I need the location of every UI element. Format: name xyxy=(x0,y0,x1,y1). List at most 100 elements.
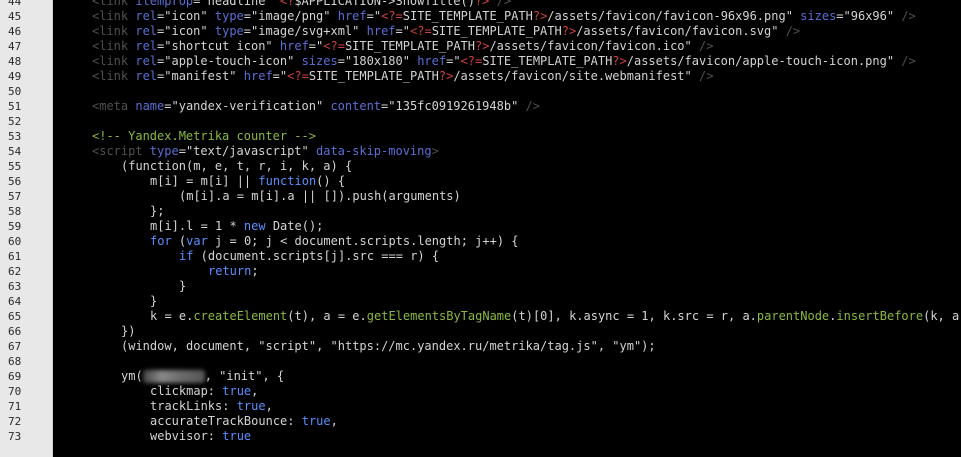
code-token-plain: (k, a) xyxy=(923,309,961,323)
code-text: trackLinks: true, xyxy=(150,399,273,414)
code-token-value: "96x96" xyxy=(843,9,895,23)
code-token-plain: m[i].l = 1 * xyxy=(150,219,244,233)
code-text: for (var j = 0; j < document.scripts.len… xyxy=(150,234,519,249)
code-text: <link rel="icon" type="image/svg+xml" hr… xyxy=(92,24,800,39)
code-token-tag: <link xyxy=(92,39,136,53)
code-token-keyword: true xyxy=(236,399,266,413)
code-line[interactable]: 72 accurateTrackBounce: true, xyxy=(0,414,961,429)
code-line[interactable]: 59 m[i].l = 1 * new Date(); xyxy=(0,219,961,234)
code-line[interactable]: 66}) xyxy=(0,324,961,339)
code-token-plain: (t), a = e. xyxy=(287,309,367,323)
code-token-plain: ( xyxy=(171,234,187,248)
code-token-value: "135fc0919261948b" xyxy=(388,99,519,113)
code-line[interactable]: 68 xyxy=(0,354,961,369)
code-text: }; xyxy=(150,204,164,219)
code-token-value: "180x180" xyxy=(344,54,410,68)
code-token-plain: } xyxy=(150,294,158,308)
code-line[interactable]: 51 <meta name="yandex-verification" conte… xyxy=(0,99,961,114)
code-line[interactable]: 57 (m[i].a = m[i].a || []).push(arguments… xyxy=(0,189,961,204)
code-line[interactable]: 52 xyxy=(0,114,961,129)
line-number-text: 51 xyxy=(8,100,22,113)
code-editor[interactable]: 44 <link itemprop="headline" <?$APPLICATI… xyxy=(0,0,961,457)
code-line[interactable]: 49 <link rel="manifest" href="<?=SITE_TEM… xyxy=(0,69,961,84)
line-number-text: 72 xyxy=(8,415,22,428)
code-token-php: ?> xyxy=(475,39,490,53)
code-line[interactable]: 63} xyxy=(0,279,961,294)
code-line[interactable]: 54 <script type="text/javascript" data-sk… xyxy=(0,144,961,159)
code-text: <link rel="icon" type="image/png" href="… xyxy=(92,9,916,24)
code-line[interactable]: 60 for (var j = 0; j < document.scripts.l… xyxy=(0,234,961,249)
code-token-attr: type xyxy=(214,9,244,23)
code-token-attr: name xyxy=(135,99,165,113)
code-token-plain: (t)[0], k.async = 1, k.src = r, a. xyxy=(511,309,757,323)
code-token-attr: rel xyxy=(135,39,158,53)
line-number-text: 57 xyxy=(8,190,22,203)
code-token-tag: /> xyxy=(518,99,540,113)
code-token-tag: > xyxy=(431,144,439,158)
code-token-attr: rel xyxy=(135,54,158,68)
code-line[interactable]: 58}; xyxy=(0,204,961,219)
code-token-plain: ; xyxy=(251,264,259,278)
code-token-plain: j = 0; j < document.scripts.length; j++)… xyxy=(207,234,519,248)
code-token-plain: ym( xyxy=(121,369,143,383)
code-line[interactable]: 70 clickmap: true, xyxy=(0,384,961,399)
code-token-tag: <link xyxy=(92,24,136,38)
code-token-tag: <meta xyxy=(92,99,136,113)
code-line[interactable]: 61 if (document.scripts[j].src === r) { xyxy=(0,249,961,264)
code-lines: 44 <link itemprop="headline" <?$APPLICATI… xyxy=(0,0,961,444)
code-token-plain: , "init", { xyxy=(204,369,285,383)
code-text: webvisor: true xyxy=(150,429,251,444)
code-token-plain: accurateTrackBounce: xyxy=(150,414,302,428)
code-token-php: <?= xyxy=(381,9,403,23)
line-number-text: 50 xyxy=(8,85,22,98)
code-token-method: parentNode xyxy=(756,309,830,323)
code-token-attr: href xyxy=(417,54,447,68)
line-number-text: 61 xyxy=(8,250,22,263)
code-line[interactable]: 55 (function(m, e, t, r, i, k, a) { xyxy=(0,159,961,174)
code-line[interactable]: 71 trackLinks: true, xyxy=(0,399,961,414)
line-number-text: 65 xyxy=(8,310,22,323)
code-line[interactable]: 65 k = e.createElement(t), a = e.getEleme… xyxy=(0,309,961,324)
line-number-text: 60 xyxy=(8,235,22,248)
code-line[interactable]: 56 m[i] = m[i] || function() { xyxy=(0,174,961,189)
code-line[interactable]: 45 <link rel="icon" type="image/png" href… xyxy=(0,9,961,24)
code-line[interactable]: 64} xyxy=(0,294,961,309)
code-token-plain: k = e. xyxy=(150,309,194,323)
code-line[interactable]: 62 return; xyxy=(0,264,961,279)
code-line[interactable]: 46 <link rel="icon" type="image/svg+xml" … xyxy=(0,24,961,39)
code-line[interactable]: 53 <!-- Yandex.Metrika counter --> xyxy=(0,129,961,144)
code-token-value: /assets/favicon/favicon.ico" xyxy=(489,39,692,53)
code-token-keyword: var xyxy=(186,234,208,248)
code-token-php: ?> xyxy=(532,9,548,23)
code-text: } xyxy=(179,279,186,294)
code-token-plain: Date(); xyxy=(265,219,324,233)
code-token-value: " xyxy=(453,54,461,68)
code-text: <link rel="shortcut icon" href="<?=SITE_… xyxy=(92,39,713,54)
code-token-php: ?> xyxy=(438,69,454,83)
line-number-text: 71 xyxy=(8,400,22,413)
line-number-text: 47 xyxy=(8,40,22,53)
code-line[interactable]: 73 webvisor: true xyxy=(0,429,961,444)
code-token-plain: = xyxy=(337,54,345,68)
code-line[interactable]: 47 <link rel="shortcut icon" href="<?=SIT… xyxy=(0,39,961,54)
code-line[interactable]: 50 xyxy=(0,84,961,99)
code-token-tag: <link xyxy=(92,9,136,23)
code-text: k = e.createElement(t), a = e.getElement… xyxy=(150,309,961,324)
code-token-plain: , xyxy=(265,399,273,413)
line-number-text: 58 xyxy=(8,205,22,218)
code-token-value: /assets/favicon/favicon-96x96.png" xyxy=(547,9,793,23)
code-line[interactable]: 67 (window, document, "script", "https://… xyxy=(0,339,961,354)
code-token-plain: , xyxy=(251,384,259,398)
code-token-plain: (function(m, e, t, r, i, k, a) { xyxy=(121,159,353,173)
code-token-plain: }; xyxy=(150,204,165,218)
code-token-plain: clickmap: xyxy=(150,384,223,398)
code-text: <link itemprop="headline" <?$APPLICATION… xyxy=(92,0,511,9)
code-line[interactable]: 48 <link rel="apple-touch-icon" sizes="18… xyxy=(0,54,961,69)
code-line[interactable]: 44 <link itemprop="headline" <?$APPLICATI… xyxy=(0,0,961,9)
code-token-php: <? xyxy=(279,0,295,8)
code-line[interactable]: 69 ym(, "init", { xyxy=(0,369,961,384)
